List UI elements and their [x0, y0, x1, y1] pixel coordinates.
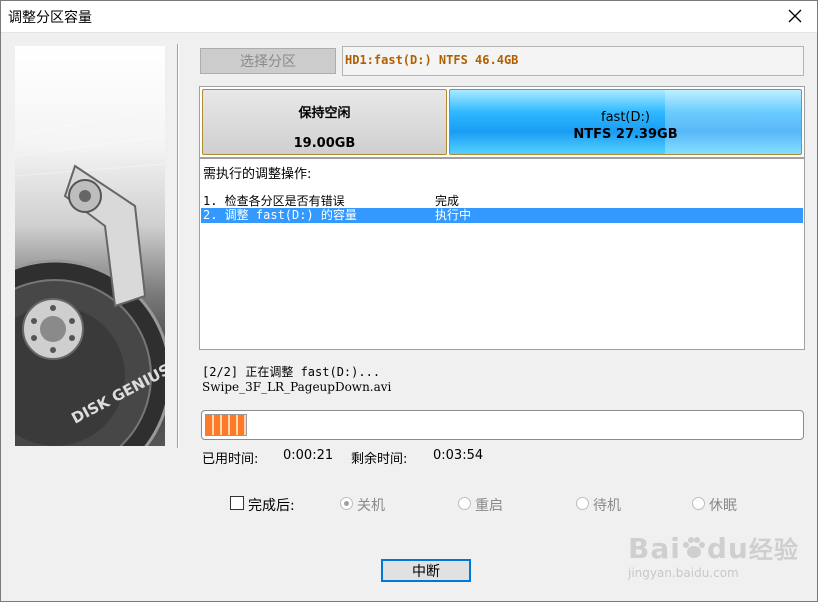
- progress-fill: [205, 414, 247, 436]
- remaining-value: 0:03:54: [433, 448, 484, 463]
- elapsed-value: 0:00:21: [283, 448, 334, 463]
- partition-info: NTFS 27.39GB: [573, 127, 678, 142]
- radio-standby-label: 待机: [593, 498, 621, 514]
- radio-shutdown-label: 关机: [357, 498, 385, 514]
- paw-icon: [682, 537, 705, 558]
- close-icon: [788, 9, 802, 23]
- fast-partition-segment[interactable]: fast(D:) NTFS 27.39GB: [449, 89, 802, 155]
- partition-name: fast(D:): [601, 110, 650, 125]
- progress-bar: [201, 410, 804, 440]
- selected-partition-field: HD1:fast(D:) NTFS 46.4GB: [342, 46, 804, 76]
- free-space-segment[interactable]: 保持空闲 19.00GB: [202, 89, 447, 155]
- radio-hibernate-label: 休眠: [709, 498, 737, 514]
- status-line: [2/2] 正在调整 fast(D:)...: [202, 365, 381, 379]
- watermark: Bai du经验 jingyan.baidu.com: [628, 532, 799, 580]
- partition-map: 保持空闲 19.00GB fast(D:) NTFS 27.39GB: [199, 86, 805, 158]
- free-space-size: 19.00GB: [293, 136, 356, 151]
- list-item-selected[interactable]: 2. 调整 fast(D:) 的容量 执行中: [201, 208, 803, 223]
- after-done-checkbox[interactable]: [230, 496, 244, 510]
- after-done-label: 完成后:: [248, 498, 295, 514]
- select-partition-button[interactable]: 选择分区: [200, 48, 336, 74]
- current-file: Swipe_3F_LR_PageupDown.avi: [202, 380, 392, 394]
- list-item[interactable]: 1. 检查各分区是否有错误 完成: [201, 194, 803, 209]
- radio-hibernate[interactable]: [692, 497, 705, 510]
- radio-restart[interactable]: [458, 497, 471, 510]
- title-bar: 调整分区容量: [0, 0, 818, 33]
- window-title: 调整分区容量: [8, 10, 92, 26]
- radio-standby[interactable]: [576, 497, 589, 510]
- remaining-label: 剩余时间:: [351, 452, 408, 467]
- operations-list: 需执行的调整操作: 1. 检查各分区是否有错误 完成 2. 调整 fast(D:)…: [199, 158, 805, 350]
- close-button[interactable]: [772, 0, 818, 32]
- free-space-label: 保持空闲: [298, 106, 351, 121]
- radio-shutdown[interactable]: [340, 497, 353, 510]
- elapsed-label: 已用时间:: [202, 452, 259, 467]
- radio-restart-label: 重启: [475, 498, 503, 514]
- hard-disk-image: DISK GENIUS: [15, 46, 165, 446]
- operations-header: 需执行的调整操作:: [203, 167, 312, 182]
- stop-button[interactable]: 中断: [381, 559, 471, 582]
- vertical-separator: [177, 44, 178, 448]
